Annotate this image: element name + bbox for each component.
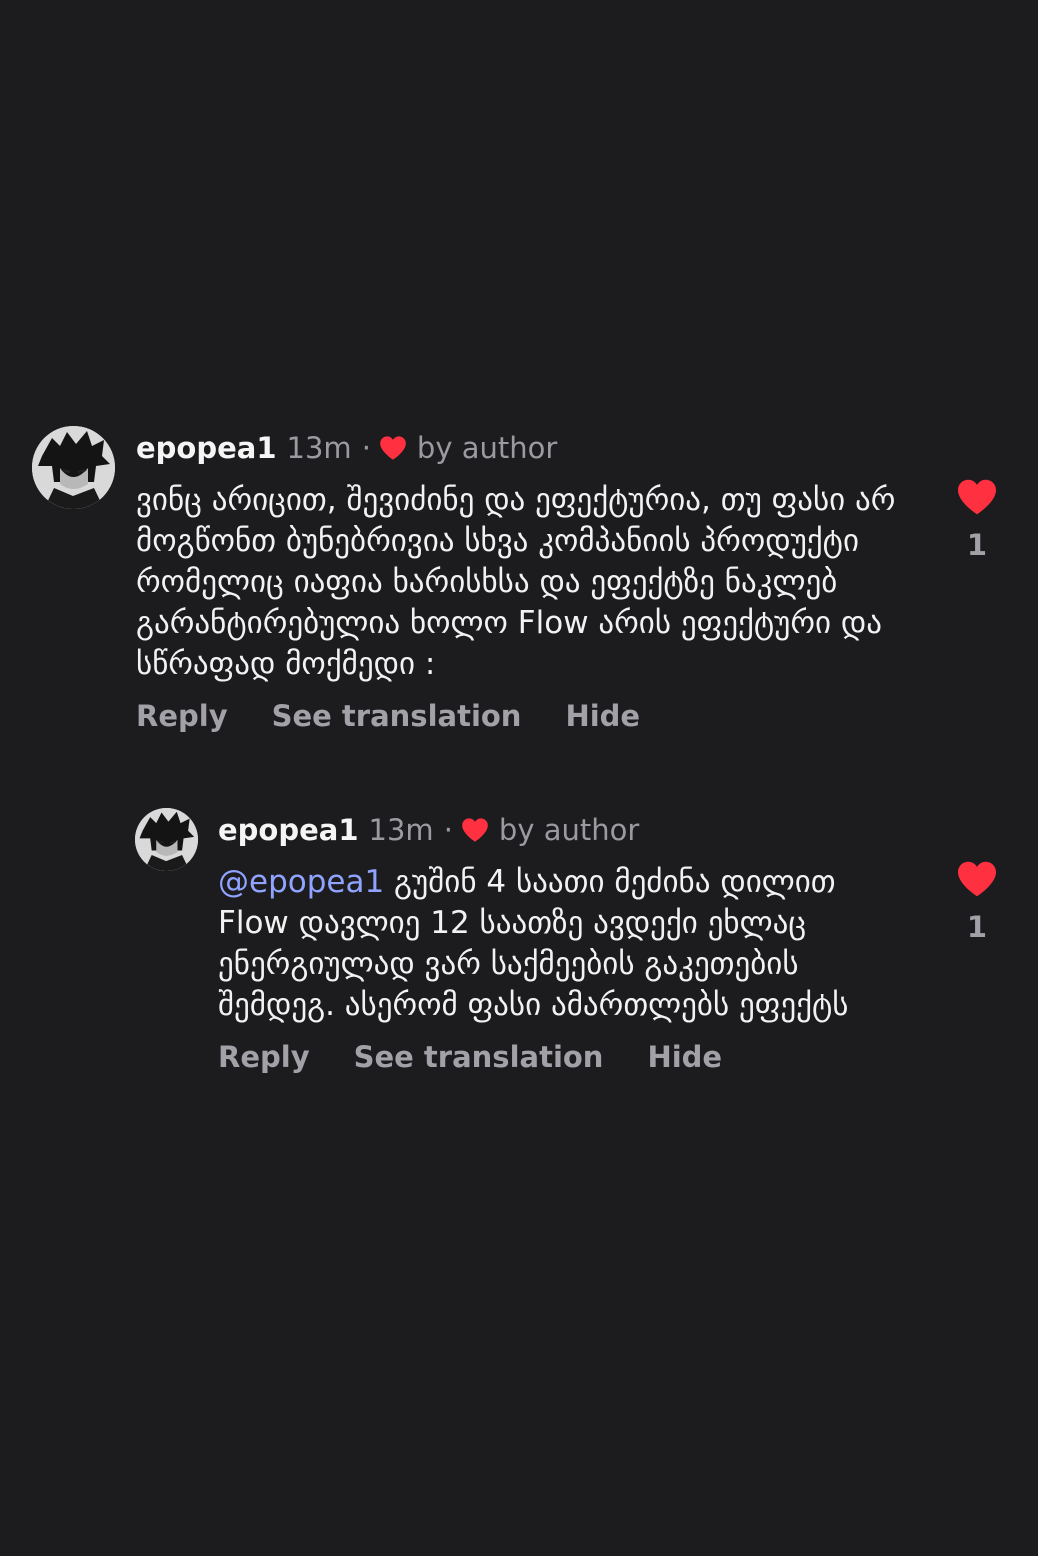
- heart-icon: [461, 817, 489, 843]
- heart-filled-icon[interactable]: [956, 478, 998, 516]
- liked-by-author-label: by author: [498, 813, 640, 847]
- avatar[interactable]: [32, 426, 115, 509]
- separator-dot: ·: [443, 813, 453, 847]
- comment-meta: epopea1 13m · by author: [218, 808, 898, 852]
- comment-text: ვინც არიცით, შევიძინე და ეფექტურია, თუ ფ…: [136, 482, 896, 682]
- username[interactable]: epopea1: [136, 431, 277, 465]
- avatar[interactable]: [135, 808, 198, 871]
- empty-header-area: [0, 0, 1038, 400]
- hide-button[interactable]: Hide: [647, 1040, 722, 1074]
- see-translation-button[interactable]: See translation: [272, 699, 522, 733]
- username[interactable]: epopea1: [218, 813, 359, 847]
- heart-icon: [379, 435, 407, 461]
- see-translation-button[interactable]: See translation: [354, 1040, 604, 1074]
- comment-actions: Reply See translation Hide: [136, 699, 896, 733]
- timestamp: 13m: [368, 813, 434, 847]
- comment-meta: epopea1 13m · by author: [136, 426, 896, 470]
- timestamp: 13m: [286, 431, 352, 465]
- like-count: 1: [966, 528, 988, 562]
- like-count: 1: [966, 910, 988, 944]
- hide-button[interactable]: Hide: [565, 699, 640, 733]
- reply-button[interactable]: Reply: [136, 699, 228, 733]
- reply-button[interactable]: Reply: [218, 1040, 310, 1074]
- comment-text: @epopea1 გუშინ 4 საათი მეძინა დილით Flow…: [218, 862, 898, 1026]
- comment-actions: Reply See translation Hide: [218, 1040, 898, 1074]
- separator-dot: ·: [361, 431, 371, 465]
- liked-by-author-label: by author: [416, 431, 558, 465]
- anime-avatar-icon: [32, 426, 115, 509]
- anime-avatar-icon: [135, 808, 198, 871]
- mention-link[interactable]: @epopea1: [218, 864, 384, 900]
- heart-filled-icon[interactable]: [956, 860, 998, 898]
